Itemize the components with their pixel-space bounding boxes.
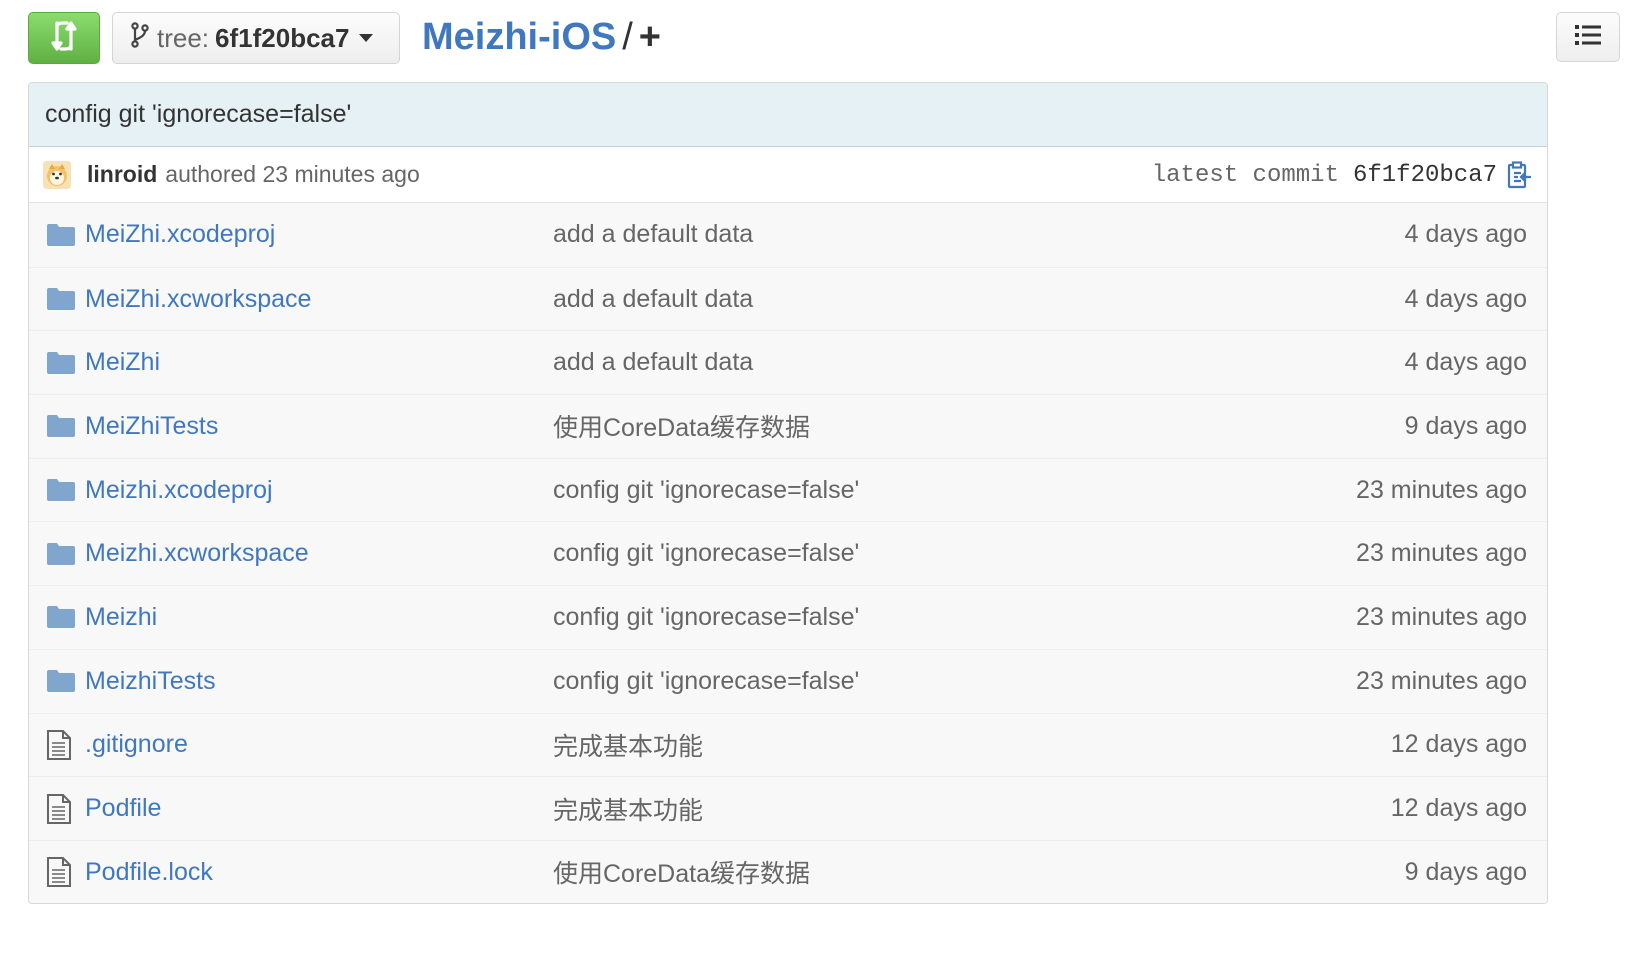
compare-button[interactable] bbox=[28, 12, 100, 64]
file-row: Podfile.lock 使用CoreData缓存数据 9 days ago bbox=[29, 839, 1547, 903]
file-age: 4 days ago bbox=[1404, 220, 1527, 249]
file-name-link[interactable]: .gitignore bbox=[85, 730, 188, 759]
file-row: Podfile 完成基本功能 12 days ago bbox=[29, 776, 1547, 840]
file-text-icon bbox=[47, 793, 71, 824]
list-icon bbox=[1575, 24, 1601, 51]
commit-authored-time: authored 23 minutes ago bbox=[165, 161, 420, 187]
file-row: Meizhi config git 'ignorecase=false' 23 mi… bbox=[29, 585, 1547, 649]
file-name-link[interactable]: MeizhiTests bbox=[85, 667, 216, 696]
file-commit-message[interactable]: config git 'ignorecase=false' bbox=[553, 603, 859, 632]
file-row: MeiZhi.xcodeproj add a default data 4 days… bbox=[29, 203, 1547, 267]
file-list-button[interactable] bbox=[1556, 12, 1620, 62]
avatar[interactable] bbox=[43, 160, 71, 189]
folder-icon bbox=[47, 288, 75, 311]
file-commit-message[interactable]: add a default data bbox=[553, 220, 753, 249]
folder-icon bbox=[47, 542, 75, 565]
file-row: MeiZhi add a default data 4 days ago bbox=[29, 330, 1547, 395]
file-age: 12 days ago bbox=[1390, 794, 1527, 823]
file-name-link[interactable]: Podfile bbox=[85, 794, 161, 823]
file-row: MeiZhi.xcworkspace add a default data 4 da… bbox=[29, 266, 1547, 331]
file-name-link[interactable]: MeiZhi.xcodeproj bbox=[85, 220, 275, 249]
folder-icon bbox=[47, 415, 75, 438]
file-commit-message[interactable]: config git 'ignorecase=false' bbox=[553, 667, 859, 696]
file-age: 12 days ago bbox=[1390, 730, 1527, 759]
file-name-link[interactable]: MeiZhiTests bbox=[85, 412, 218, 441]
file-commit-message[interactable]: config git 'ignorecase=false' bbox=[553, 476, 859, 505]
file-text-icon bbox=[47, 857, 71, 888]
branch-name: 6f1f20bca7 bbox=[215, 22, 350, 53]
git-branch-icon bbox=[131, 21, 149, 55]
folder-icon bbox=[47, 223, 75, 246]
folder-icon bbox=[47, 351, 75, 374]
file-age: 23 minutes ago bbox=[1356, 475, 1527, 504]
file-list: MeiZhi.xcodeproj add a default data 4 days… bbox=[29, 203, 1547, 903]
folder-icon bbox=[47, 606, 75, 629]
file-commit-message[interactable]: 使用CoreData缓存数据 bbox=[553, 408, 810, 444]
commit-sha-link[interactable]: 6f1f20bca7 bbox=[1353, 162, 1497, 189]
file-commit-message[interactable]: 使用CoreData缓存数据 bbox=[553, 854, 810, 890]
repo-toolbar: tree: 6f1f20bca7 Meizhi-iOS / + bbox=[28, 12, 1620, 64]
file-name-link[interactable]: Meizhi.xcodeproj bbox=[85, 476, 273, 505]
file-name-link[interactable]: Meizhi bbox=[85, 603, 157, 632]
latest-commit-info: latest commit 6f1f20bca7 bbox=[1152, 147, 1533, 203]
file-browser: config git 'ignorecase=false' linroid au… bbox=[28, 82, 1548, 904]
git-compare-icon bbox=[49, 19, 79, 58]
path-separator: / bbox=[622, 16, 633, 58]
file-commit-message[interactable]: 完成基本功能 bbox=[553, 791, 703, 827]
commit-author[interactable]: linroid bbox=[87, 161, 157, 188]
file-row: Meizhi.xcodeproj config git 'ignorecase=f… bbox=[29, 457, 1547, 522]
file-commit-message[interactable]: add a default data bbox=[553, 348, 753, 377]
file-age: 23 minutes ago bbox=[1356, 666, 1527, 695]
file-row: .gitignore 完成基本功能 12 days ago bbox=[29, 712, 1547, 777]
clipboard-icon[interactable] bbox=[1507, 161, 1533, 189]
latest-commit-label: latest commit bbox=[1151, 161, 1339, 189]
file-commit-message[interactable]: 完成基本功能 bbox=[553, 727, 703, 763]
branch-prefix: tree: bbox=[157, 22, 210, 53]
chevron-down-icon bbox=[359, 34, 374, 42]
folder-icon bbox=[47, 670, 75, 693]
file-name-link[interactable]: MeiZhi bbox=[85, 348, 160, 377]
file-commit-message[interactable]: config git 'ignorecase=false' bbox=[553, 539, 859, 568]
commit-message-text[interactable]: config git 'ignorecase=false' bbox=[45, 100, 351, 129]
file-row: Meizhi.xcworkspace config git 'ignorecase… bbox=[29, 521, 1547, 586]
file-age: 4 days ago bbox=[1404, 284, 1527, 313]
file-age: 4 days ago bbox=[1404, 348, 1527, 377]
breadcrumb: Meizhi-iOS / + bbox=[422, 14, 661, 60]
branch-selector-button[interactable]: tree: 6f1f20bca7 bbox=[112, 12, 400, 64]
add-file-button[interactable]: + bbox=[639, 16, 661, 58]
file-age: 9 days ago bbox=[1404, 411, 1527, 440]
file-name-link[interactable]: Podfile.lock bbox=[85, 858, 213, 887]
repo-name-link[interactable]: Meizhi-iOS bbox=[422, 16, 616, 58]
file-row: MeizhiTests config git 'ignorecase=false'… bbox=[29, 648, 1547, 713]
file-age: 23 minutes ago bbox=[1356, 602, 1527, 631]
file-commit-message[interactable]: add a default data bbox=[553, 285, 753, 314]
file-age: 23 minutes ago bbox=[1356, 539, 1527, 568]
file-age: 9 days ago bbox=[1404, 857, 1527, 886]
file-name-link[interactable]: MeiZhi.xcworkspace bbox=[85, 285, 311, 314]
file-name-link[interactable]: Meizhi.xcworkspace bbox=[85, 539, 309, 568]
commit-meta: linroid authored 23 minutes ago latest c… bbox=[29, 147, 1547, 203]
file-text-icon bbox=[47, 729, 71, 760]
file-row: MeiZhiTests 使用CoreData缓存数据 9 days ago bbox=[29, 394, 1547, 458]
latest-commit-message: config git 'ignorecase=false' bbox=[29, 83, 1547, 147]
folder-icon bbox=[47, 479, 75, 502]
